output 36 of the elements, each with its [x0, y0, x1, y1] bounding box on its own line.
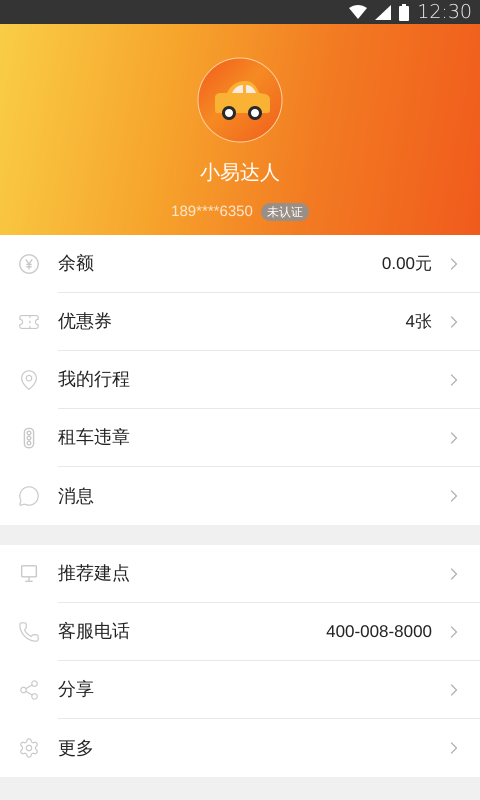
car-avatar-icon [197, 57, 283, 143]
menu-label: 余额 [58, 252, 95, 275]
menu-item[interactable]: 余额 0.00元 [0, 235, 480, 293]
menu-item[interactable]: 客服电话 400-008-8000 [0, 603, 480, 661]
menu-item[interactable]: 优惠券 4张 [0, 293, 480, 351]
menu-item[interactable]: 消息 [0, 467, 480, 525]
wifi-icon [349, 5, 368, 19]
menu-item[interactable]: 更多 [0, 719, 480, 777]
menu-value: 4张 [406, 310, 432, 333]
menu-label: 我的行程 [58, 368, 131, 391]
map-pin-icon [18, 369, 40, 391]
menu-item[interactable]: 我的行程 [0, 351, 480, 409]
menu-item[interactable]: 推荐建点 [0, 545, 480, 603]
menu-label: 消息 [58, 484, 95, 508]
user-name: 小易达人 [200, 161, 280, 186]
chat-bubble-icon [18, 485, 40, 507]
signboard-icon [18, 563, 40, 585]
menu-value: 0.00元 [382, 252, 432, 275]
settings-icon [18, 737, 40, 759]
menu-item[interactable]: 租车违章 [0, 409, 480, 467]
menu-item[interactable]: 分享 [0, 661, 480, 719]
menu-value: 400-008-8000 [326, 620, 432, 643]
menu-label: 客服电话 [58, 620, 131, 643]
status-time: 12:30 [417, 0, 472, 25]
signal-icon [375, 4, 392, 20]
menu-label: 租车违章 [58, 426, 131, 449]
yen-icon [18, 253, 40, 275]
phone-number: 189****6350 [171, 202, 253, 222]
share-icon [18, 679, 40, 701]
phone-icon [18, 621, 40, 643]
menu-label: 分享 [58, 678, 95, 701]
battery-icon [399, 4, 410, 20]
menu-label: 优惠券 [58, 310, 113, 333]
menu-label: 推荐建点 [58, 562, 131, 585]
menu-label: 更多 [58, 736, 95, 760]
verification-badge: 未认证 [260, 203, 309, 222]
